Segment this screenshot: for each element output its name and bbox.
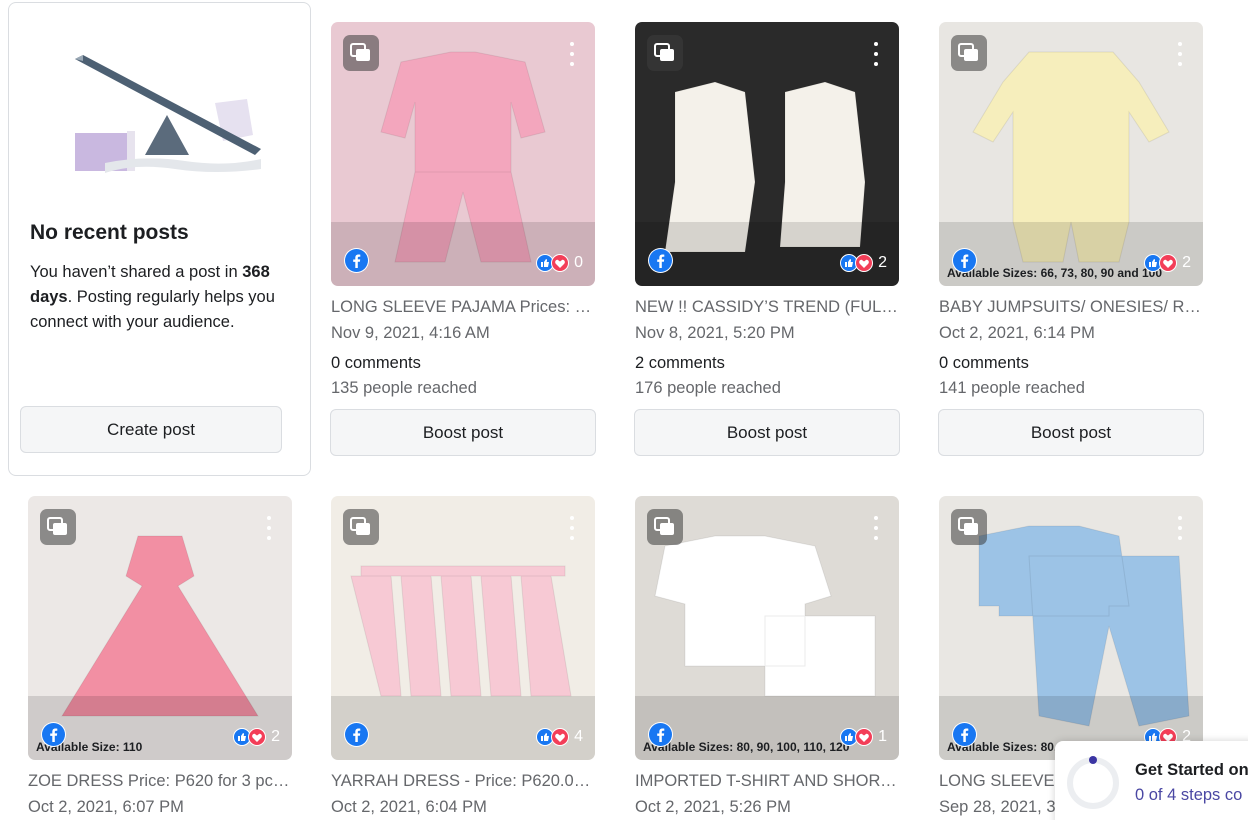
love-icon — [855, 728, 874, 746]
facebook-icon — [952, 248, 977, 273]
post-thumbnail[interactable]: Available Size: 110 2 — [28, 496, 292, 760]
post-date: Oct 2, 2021, 6:07 PM — [28, 798, 184, 816]
progress-ring — [1067, 756, 1119, 809]
reactions[interactable]: 2 — [233, 728, 280, 746]
more-options-icon[interactable] — [1175, 42, 1185, 66]
reaction-count: 2 — [1182, 254, 1191, 271]
love-icon — [855, 254, 874, 272]
post-date: Oct 2, 2021, 6:04 PM — [331, 798, 487, 816]
get-started-steps[interactable]: 0 of 4 steps co — [1135, 786, 1242, 805]
multiple-photos-icon — [647, 35, 683, 71]
post-thumbnail[interactable]: Available Sizes: 66, 73, 80, 90 and 100 2 — [939, 22, 1203, 286]
post-title[interactable]: NEW !! CASSIDY’S TREND (FULL ... — [635, 298, 899, 317]
post-title[interactable]: ZOE DRESS Price: P620 for 3 pcs... — [28, 772, 292, 791]
reaction-count: 0 — [574, 254, 583, 271]
get-started-title: Get Started on — [1135, 761, 1248, 779]
seesaw-illustration — [75, 55, 261, 173]
facebook-icon — [344, 722, 369, 747]
reaction-count: 4 — [574, 728, 583, 745]
post-title[interactable]: IMPORTED T-SHIRT AND SHORT... — [635, 772, 899, 791]
post-title[interactable]: LONG SLEEVE PAJAMA Prices: P... — [331, 298, 595, 317]
love-icon — [551, 728, 570, 746]
reaction-count: 1 — [878, 728, 887, 745]
multiple-photos-icon — [951, 509, 987, 545]
multiple-photos-icon — [951, 35, 987, 71]
multiple-photos-icon — [647, 509, 683, 545]
photo-caption: Available Sizes: 80, 90, 100, 110, 120 — [643, 740, 850, 754]
more-options-icon[interactable] — [567, 42, 577, 66]
post-thumbnail[interactable]: 0 — [331, 22, 595, 286]
reactions[interactable]: 4 — [536, 728, 583, 746]
post-comments[interactable]: 0 comments — [331, 354, 421, 373]
reaction-count: 2 — [878, 254, 887, 271]
post-comments[interactable]: 2 comments — [635, 354, 725, 373]
post-reach: 176 people reached — [635, 379, 781, 397]
more-options-icon[interactable] — [871, 516, 881, 540]
post-thumbnail[interactable]: 2 — [635, 22, 899, 286]
post-reach: 135 people reached — [331, 379, 477, 397]
facebook-icon — [648, 722, 673, 747]
post-thumbnail[interactable]: Available Sizes: 80, 90, 100, 110, 120 1 — [635, 496, 899, 760]
post-date: Oct 2, 2021, 6:14 PM — [939, 324, 1095, 342]
boost-post-button[interactable]: Boost post — [634, 409, 900, 456]
post-title[interactable]: YARRAH DRESS - Price: P620.00 ... — [331, 772, 595, 791]
love-icon — [551, 254, 570, 272]
more-options-icon[interactable] — [1175, 516, 1185, 540]
no-recent-posts-card: No recent posts You haven’t shared a pos… — [8, 2, 311, 476]
post-date: Nov 8, 2021, 5:20 PM — [635, 324, 795, 342]
facebook-icon — [648, 248, 673, 273]
reactions[interactable]: 2 — [840, 254, 887, 272]
reaction-count: 2 — [271, 728, 280, 745]
multiple-photos-icon — [343, 509, 379, 545]
love-icon — [248, 728, 267, 746]
empty-state-title: No recent posts — [30, 221, 189, 244]
more-options-icon[interactable] — [567, 516, 577, 540]
facebook-icon — [344, 248, 369, 273]
facebook-icon — [952, 722, 977, 747]
boost-post-button[interactable]: Boost post — [330, 409, 596, 456]
photo-caption: Available Sizes: 66, 73, 80, 90 and 100 — [947, 266, 1163, 280]
post-comments[interactable]: 0 comments — [939, 354, 1029, 373]
post-thumbnail[interactable]: 4 — [331, 496, 595, 760]
post-reach: 141 people reached — [939, 379, 1085, 397]
create-post-button[interactable]: Create post — [20, 406, 282, 453]
love-icon — [1159, 254, 1178, 272]
multiple-photos-icon — [343, 35, 379, 71]
reactions[interactable]: 2 — [1144, 254, 1191, 272]
post-date: Oct 2, 2021, 5:26 PM — [635, 798, 791, 816]
post-date: Nov 9, 2021, 4:16 AM — [331, 324, 490, 342]
empty-state-text: You haven’t shared a post in 368 days. P… — [30, 263, 275, 331]
reactions[interactable]: 1 — [840, 728, 887, 746]
more-options-icon[interactable] — [871, 42, 881, 66]
reactions[interactable]: 0 — [536, 254, 583, 272]
more-options-icon[interactable] — [264, 516, 274, 540]
post-thumbnail[interactable]: Available Sizes: 80, 90, 100, 110 2 — [939, 496, 1203, 760]
get-started-widget[interactable]: Get Started on 0 of 4 steps co — [1055, 741, 1248, 820]
facebook-icon — [41, 722, 66, 747]
post-title[interactable]: BABY JUMPSUITS/ ONESIES/ RO... — [939, 298, 1203, 317]
multiple-photos-icon — [40, 509, 76, 545]
boost-post-button[interactable]: Boost post — [938, 409, 1204, 456]
